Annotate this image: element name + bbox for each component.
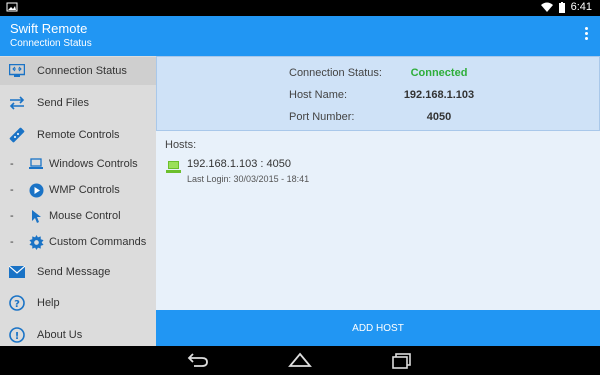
sidebar-item-windows-controls[interactable]: - Windows Controls xyxy=(0,150,156,178)
play-icon xyxy=(28,182,44,198)
main-content: Connection Status: Connected Host Name: … xyxy=(156,56,600,346)
app-subtitle: Connection Status xyxy=(10,38,92,49)
navigation-drawer: Connection Status Send Files Remote Cont… xyxy=(0,56,156,346)
sidebar-item-label: Mouse Control xyxy=(49,210,121,222)
sub-item-dash: - xyxy=(10,158,14,170)
monitor-connection-icon xyxy=(9,63,25,79)
laptop-icon xyxy=(166,161,181,179)
sidebar-item-connection-status[interactable]: Connection Status xyxy=(0,57,156,85)
host-name-value: 192.168.1.103 xyxy=(403,89,475,101)
gear-icon xyxy=(28,234,44,250)
app-title: Swift Remote xyxy=(10,21,88,36)
svg-text:?: ? xyxy=(14,299,20,310)
port-number-label: Port Number: xyxy=(289,111,355,123)
mouse-icon xyxy=(28,208,44,224)
info-icon: ! xyxy=(9,327,25,343)
laptop-icon xyxy=(28,156,44,172)
sidebar-item-remote-controls[interactable]: Remote Controls xyxy=(0,121,156,149)
hosts-heading: Hosts: xyxy=(165,139,197,151)
sidebar-item-label: Send Files xyxy=(37,97,89,109)
sidebar-item-send-message[interactable]: Send Message xyxy=(0,258,156,286)
sidebar-item-help[interactable]: ? Help xyxy=(0,289,156,317)
sidebar-item-about-us[interactable]: ! About Us xyxy=(0,321,156,349)
svg-text:!: ! xyxy=(15,331,20,342)
system-navigation-bar xyxy=(0,346,600,375)
clock: 6:41 xyxy=(570,1,592,13)
back-icon[interactable] xyxy=(186,352,210,368)
sub-item-dash: - xyxy=(10,184,14,196)
system-status-bar: 6:41 xyxy=(0,0,600,16)
sidebar-item-label: Windows Controls xyxy=(49,158,138,170)
sidebar-item-wmp-controls[interactable]: - WMP Controls xyxy=(0,176,156,204)
sub-item-dash: - xyxy=(10,210,14,222)
connection-status-value: Connected xyxy=(410,67,468,79)
home-icon[interactable] xyxy=(288,352,312,368)
status-row-connection: Connection Status: Connected xyxy=(157,67,600,83)
add-host-button[interactable]: ADD HOST xyxy=(156,310,600,346)
sub-item-dash: - xyxy=(10,236,14,248)
port-number-value: 4050 xyxy=(426,111,452,123)
sidebar-item-mouse-control[interactable]: - Mouse Control xyxy=(0,202,156,230)
connection-status-panel: Connection Status: Connected Host Name: … xyxy=(156,56,600,131)
recent-apps-icon[interactable] xyxy=(390,352,414,370)
notification-icons xyxy=(6,2,18,15)
image-notification-icon xyxy=(6,2,18,12)
sidebar-item-label: Remote Controls xyxy=(37,129,120,141)
sidebar-item-custom-commands[interactable]: - Custom Commands xyxy=(0,228,156,256)
app-bar: Swift Remote Connection Status xyxy=(0,16,600,56)
status-row-port: Port Number: 4050 xyxy=(157,111,600,127)
remote-icon xyxy=(9,127,25,143)
overflow-menu-icon[interactable] xyxy=(582,26,590,46)
host-list-item[interactable]: 192.168.1.103 : 4050 Last Login: 30/03/2… xyxy=(166,158,466,188)
sidebar-item-label: WMP Controls xyxy=(49,184,120,196)
host-last-login: Last Login: 30/03/2015 - 18:41 xyxy=(187,174,310,184)
sidebar-item-label: About Us xyxy=(37,329,83,341)
host-name-label: Host Name: xyxy=(289,89,348,101)
envelope-icon xyxy=(9,264,25,280)
sidebar-item-send-files[interactable]: Send Files xyxy=(0,89,156,117)
sidebar-item-label: Help xyxy=(37,297,60,309)
connection-status-label: Connection Status: xyxy=(289,67,382,79)
transfer-arrows-icon xyxy=(9,95,25,111)
battery-icon xyxy=(558,1,565,13)
wifi-icon xyxy=(540,2,553,12)
sidebar-item-label: Custom Commands xyxy=(49,236,147,248)
sidebar-item-label: Send Message xyxy=(37,266,111,278)
sidebar-item-label: Connection Status xyxy=(37,65,127,77)
question-icon: ? xyxy=(9,295,25,311)
status-row-host: Host Name: 192.168.1.103 xyxy=(157,89,600,105)
host-address: 192.168.1.103 : 4050 xyxy=(187,158,291,170)
